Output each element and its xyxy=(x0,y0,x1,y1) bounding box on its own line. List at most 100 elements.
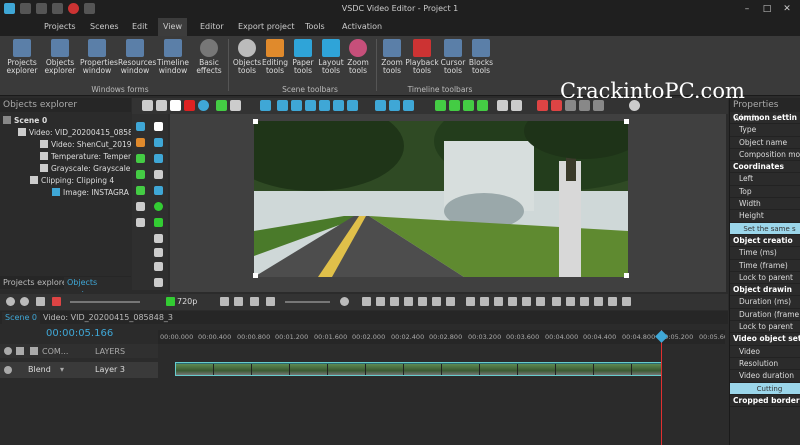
property-row[interactable]: Time (frame) xyxy=(730,260,800,272)
audio-icon[interactable] xyxy=(36,297,45,306)
move-tool-icon[interactable] xyxy=(136,218,145,227)
property-row[interactable]: Object name xyxy=(730,137,800,149)
video-preview[interactable] xyxy=(254,121,628,277)
copy-icon[interactable] xyxy=(156,100,167,111)
blocks-tools-button[interactable]: Blocks tools xyxy=(464,39,498,75)
ellipse-tool-icon[interactable] xyxy=(154,202,163,211)
cut-icon[interactable] xyxy=(142,100,153,111)
tree-item[interactable]: Scene 0 xyxy=(0,114,131,126)
menu-view[interactable]: View xyxy=(158,18,187,36)
text-icon[interactable] xyxy=(154,234,163,243)
property-row[interactable]: Left xyxy=(730,173,800,186)
distribute-icon[interactable] xyxy=(375,100,386,111)
timeline-zoom-tools-button[interactable]: Zoom tools xyxy=(375,39,409,75)
property-section-header[interactable]: Cropped border xyxy=(730,395,800,408)
maximize-button[interactable]: □ xyxy=(760,2,774,16)
align-bottom-icon[interactable] xyxy=(347,100,358,111)
property-row[interactable]: Top xyxy=(730,186,800,199)
tree-item[interactable]: Video: ShenCut_20190 xyxy=(0,138,131,150)
playback-tools-button[interactable]: Playback tools xyxy=(405,39,439,75)
property-row[interactable]: Duration (frame xyxy=(730,309,800,322)
resolution-select[interactable]: 720p xyxy=(177,297,197,306)
property-row[interactable]: Video xyxy=(730,346,800,358)
block-icon[interactable] xyxy=(566,297,575,306)
cut-icon[interactable] xyxy=(220,297,229,306)
line-tool-icon[interactable] xyxy=(154,170,163,179)
tab-projects-explorer[interactable]: Projects explorer xyxy=(0,277,73,289)
layer-icon[interactable] xyxy=(565,100,576,111)
skip-end-icon[interactable] xyxy=(446,297,455,306)
property-section-header[interactable]: Coordinates xyxy=(730,161,800,174)
layer-icon[interactable] xyxy=(593,100,604,111)
properties-window-button[interactable]: Properties window xyxy=(80,39,118,75)
rotate-right-icon[interactable] xyxy=(230,100,241,111)
rectangle-tool-icon[interactable] xyxy=(154,186,163,195)
chevron-down-icon[interactable]: ▾ xyxy=(60,365,64,374)
record-icon[interactable] xyxy=(198,100,209,111)
property-row[interactable]: Duration (ms) xyxy=(730,296,800,309)
video-tool-icon[interactable] xyxy=(136,170,145,179)
arrow-down-icon[interactable] xyxy=(477,100,488,111)
counter-icon[interactable] xyxy=(154,248,163,257)
ungroup-icon[interactable] xyxy=(511,100,522,111)
property-row[interactable]: Video duration xyxy=(730,370,800,383)
basic-effects-button[interactable]: Basic effects xyxy=(192,39,226,75)
block-icon[interactable] xyxy=(508,297,517,306)
person-tool-icon[interactable] xyxy=(136,138,145,147)
arrow-up-icon[interactable] xyxy=(435,100,446,111)
resize-handle[interactable] xyxy=(253,119,258,124)
minimize-button[interactable]: – xyxy=(740,2,754,16)
group-icon[interactable] xyxy=(497,100,508,111)
resize-handle[interactable] xyxy=(624,119,629,124)
property-row[interactable]: Lock to parent xyxy=(730,321,800,334)
zoom-slider[interactable] xyxy=(285,301,330,303)
menu-editor[interactable]: Editor xyxy=(200,22,224,31)
align-left-icon[interactable] xyxy=(277,100,288,111)
resize-handle[interactable] xyxy=(624,273,629,278)
property-section-header[interactable]: Object creatio xyxy=(730,235,800,248)
split-icon[interactable] xyxy=(234,297,243,306)
arrow-down-icon[interactable] xyxy=(463,100,474,111)
align-center-icon[interactable] xyxy=(291,100,302,111)
add-icon[interactable] xyxy=(6,297,15,306)
arrow-up-icon[interactable] xyxy=(449,100,460,111)
loop-icon[interactable] xyxy=(250,297,259,306)
crop-icon[interactable] xyxy=(537,100,548,111)
volume-slider[interactable] xyxy=(70,301,140,303)
zoom-tools-button[interactable]: Zoom tools xyxy=(341,39,375,75)
rotate-left-icon[interactable] xyxy=(216,100,227,111)
align-middle-icon[interactable] xyxy=(333,100,344,111)
distribute-icon[interactable] xyxy=(389,100,400,111)
paste-icon[interactable] xyxy=(170,100,181,111)
block-icon[interactable] xyxy=(466,297,475,306)
subtitle-tool-icon[interactable] xyxy=(136,202,145,211)
close-button[interactable]: ✕ xyxy=(780,2,794,16)
marker-icon[interactable] xyxy=(266,297,275,306)
settings-icon[interactable] xyxy=(629,100,640,111)
blend-mode-select[interactable]: Blend xyxy=(28,365,51,374)
skip-start-icon[interactable] xyxy=(362,297,371,306)
block-icon[interactable] xyxy=(594,297,603,306)
block-icon[interactable] xyxy=(622,297,631,306)
rewind-icon[interactable] xyxy=(376,297,385,306)
crop-icon[interactable] xyxy=(551,100,562,111)
remove-icon[interactable] xyxy=(20,297,29,306)
tree-item[interactable]: Grayscale: Grayscale 1 xyxy=(0,162,131,174)
tree-item[interactable]: Image: INSTAGRA xyxy=(0,186,131,198)
polygon-tool-icon[interactable] xyxy=(154,218,163,227)
tab-clip[interactable]: Video: VID_20200415_085848_3 xyxy=(40,312,176,324)
playhead[interactable] xyxy=(661,330,662,445)
projects-explorer-button[interactable]: Projects explorer xyxy=(5,39,39,75)
property-section-header[interactable]: Video object sett xyxy=(730,333,800,346)
chevron-down-icon[interactable] xyxy=(154,278,163,287)
property-section-header[interactable]: Common settin xyxy=(730,112,800,125)
property-row[interactable]: Width xyxy=(730,198,800,211)
tree-item[interactable]: Video: VID_20200415_0858 xyxy=(0,126,131,138)
menu-scenes[interactable]: Scenes xyxy=(90,22,119,31)
text-tool-icon[interactable] xyxy=(154,154,163,163)
play-icon[interactable] xyxy=(418,297,427,306)
image-tool-icon[interactable] xyxy=(136,154,145,163)
align-right-icon[interactable] xyxy=(305,100,316,111)
record-icon[interactable] xyxy=(52,297,61,306)
select-icon[interactable] xyxy=(260,100,271,111)
